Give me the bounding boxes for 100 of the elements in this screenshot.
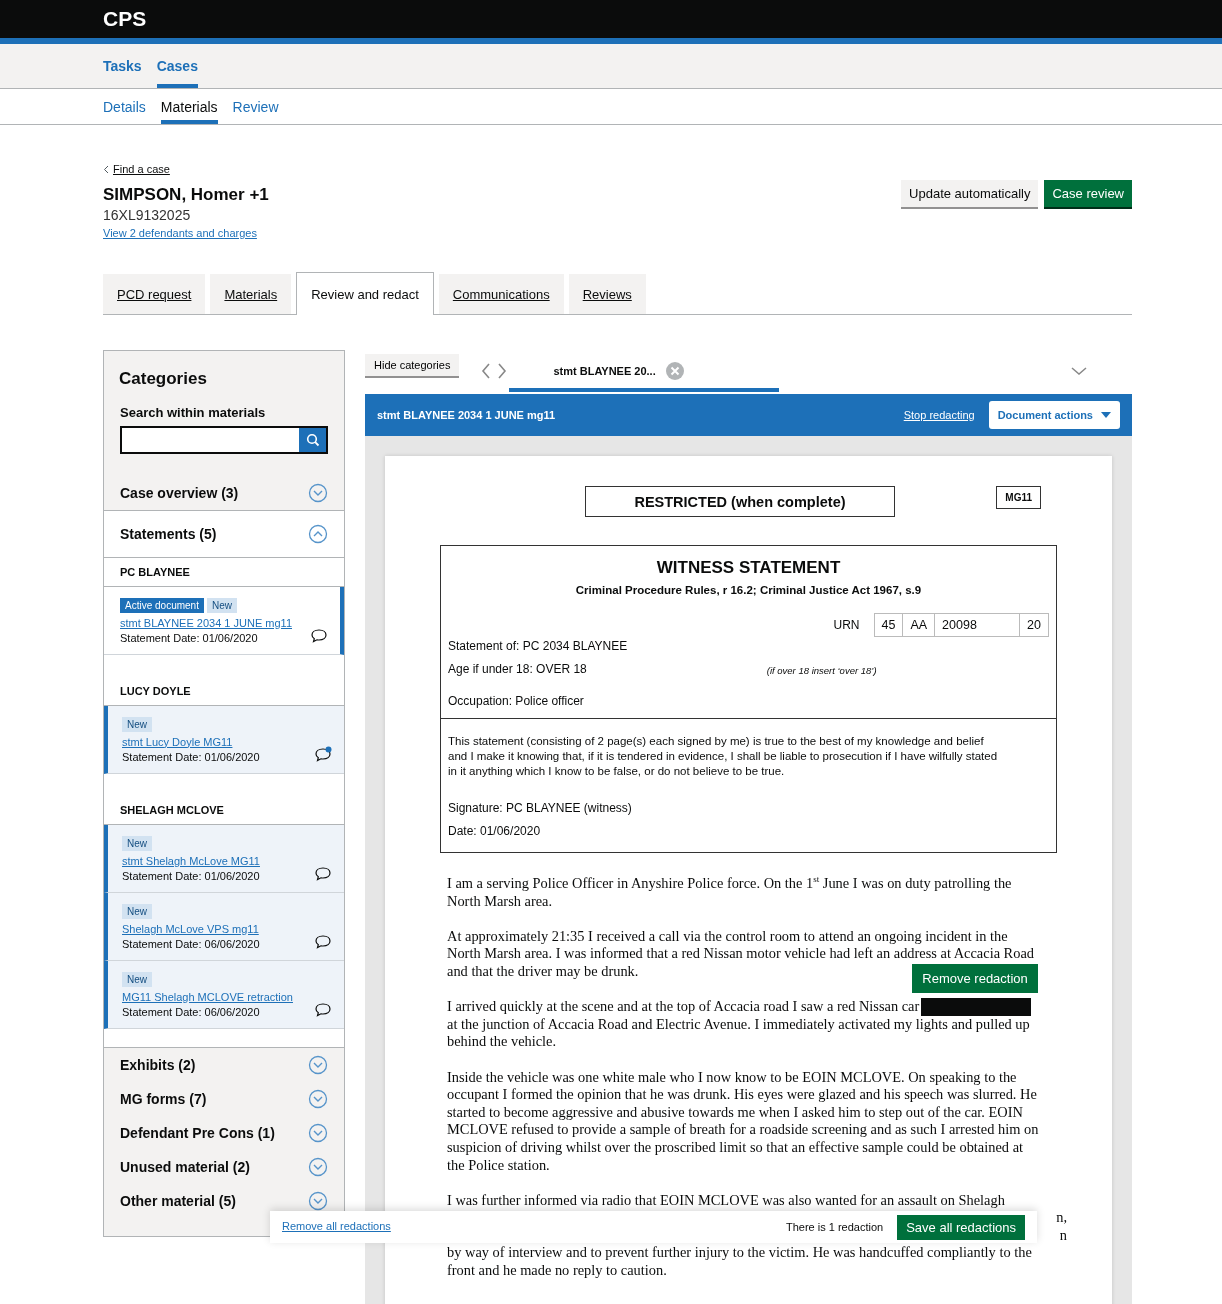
case-title: SIMPSON, Homer +1: [103, 185, 269, 205]
statement-text: MCLOVE refused to provide a sample of breath for a roadside screening and as such I arrested him on: [447, 1121, 1039, 1138]
status-tag: New: [122, 971, 152, 987]
chevron-down-icon[interactable]: [308, 1055, 328, 1075]
chevron-down-icon[interactable]: [308, 483, 328, 503]
tab[interactable]: Reviews: [568, 274, 646, 314]
urn-cell: 20098: [934, 614, 1020, 636]
document-title: stmt BLAYNEE 2034 1 JUNE mg11: [377, 409, 556, 421]
category-heading[interactable]: MG forms (7): [120, 1091, 207, 1107]
nav-link[interactable]: Cases: [156, 44, 198, 88]
chevron-down-icon[interactable]: [308, 1191, 328, 1211]
document-item[interactable]: New Shelagh McLove VPS mg11 Statement Date: 06/06/2020: [104, 893, 344, 961]
search-field[interactable]: [120, 426, 328, 454]
status-tag: New: [122, 835, 152, 851]
back-chevron-icon: [103, 164, 109, 174]
hide-categories-button[interactable]: Hide categories: [365, 354, 460, 376]
subnav-link[interactable]: Details: [103, 89, 146, 124]
statement-text: by way of interview and to prevent further injury to the victim. He was handcuffed compliantly to the: [447, 1244, 1032, 1261]
status-tag: New: [206, 597, 237, 613]
chevron-down-icon[interactable]: [308, 1123, 328, 1143]
category-heading[interactable]: Exhibits (2): [120, 1057, 196, 1073]
statement-text: I was further informed via radio that EOIN MCLOVE was also wanted for an assault on Shelagh: [447, 1191, 1005, 1208]
document-item[interactable]: Active document New stmt BLAYNEE 2034 1 JUNE mg11 Statement Date: 01/06/2020: [104, 587, 344, 655]
search-label: Search within materials: [120, 405, 267, 420]
statement-date: Statement Date: 06/06/2020: [122, 937, 260, 950]
statement-text: and that the driver may be drunk.: [447, 962, 639, 979]
defendants-link[interactable]: View 2 defendants and charges: [103, 227, 257, 239]
status-tag: Active document: [120, 597, 204, 613]
next-icon[interactable]: [497, 362, 508, 380]
category-heading[interactable]: Unused material (2): [120, 1159, 250, 1175]
tab[interactable]: Review and redact: [296, 272, 434, 315]
comment-icon[interactable]: [314, 1000, 332, 1018]
chevron-down-icon[interactable]: [308, 1089, 328, 1109]
tab[interactable]: Materials: [210, 274, 292, 314]
statement-text: n: [1059, 1226, 1067, 1243]
previous-icon[interactable]: [481, 362, 492, 380]
document-link[interactable]: MG11 Shelagh MCLOVE retraction: [122, 990, 293, 1003]
sidebar-title: Categories: [119, 369, 208, 389]
statement-text: at the junction of Accacia Road and Electric Avenue. I immediately activated my lights and pulled up: [447, 1015, 1030, 1032]
restriction-label: RESTRICTED (when complete): [585, 486, 895, 517]
unread-comment-icon[interactable]: [314, 745, 332, 763]
document-item[interactable]: New MG11 Shelagh MCLOVE retraction Statement Date: 06/06/2020: [104, 961, 344, 1029]
status-tag: New: [122, 903, 152, 919]
document-link[interactable]: stmt Shelagh McLove MG11: [122, 854, 260, 867]
statement-text: North Marsh area.: [447, 892, 553, 909]
comment-icon[interactable]: [310, 626, 328, 644]
statement-text: Inside the vehicle was one white male who I now know to be EOIN MCLOVE. On speaking to the: [447, 1068, 1017, 1085]
update-button[interactable]: Update automatically: [901, 180, 1039, 207]
chevron-down-icon[interactable]: [308, 1157, 328, 1177]
search-button[interactable]: [299, 428, 326, 452]
search-icon[interactable]: [305, 433, 320, 447]
statement-text: At approximately 21:35 I received a call via the control room to attend an ongoing incident in the: [447, 927, 1008, 944]
logo[interactable]: CPS: [103, 7, 147, 31]
urn-cell: 20: [1019, 614, 1048, 636]
statement-date: Statement Date: 01/06/2020: [122, 869, 260, 882]
statement-text: started to become aggressive and abusive towards me when I asked him to step out of the car. EOIN: [447, 1103, 1023, 1120]
statement-text: suspicion of driving whilst over the proscribed limit so that an effective sample could be obtained at: [447, 1138, 1024, 1155]
statement-text: North Marsh area. I was informed that a red Nissan motor vehicle had left an address at Accacia Road: [447, 945, 1034, 962]
stop-redacting-link[interactable]: Stop redacting: [903, 409, 975, 421]
category-heading[interactable]: Defendant Pre Cons (1): [120, 1125, 275, 1141]
subnav-link[interactable]: Materials: [160, 89, 218, 124]
case-urn: 16XL9132025: [103, 207, 192, 223]
urn-cell: AA: [902, 614, 935, 636]
close-icon[interactable]: [665, 362, 684, 380]
tab[interactable]: PCD request: [103, 274, 206, 314]
form-field: Age if under 18: OVER 18: [448, 662, 587, 676]
tab[interactable]: Communications: [438, 274, 564, 314]
remove-all-link[interactable]: Remove all redactions: [282, 1219, 391, 1232]
form-subheading: Criminal Procedure Rules, r 16.2; Criminal Justice Act 1967, s.9: [574, 584, 923, 596]
document-actions-button[interactable]: Document actions: [988, 401, 1120, 429]
document-link[interactable]: stmt Lucy Doyle MG11: [122, 735, 233, 748]
statement-text: occupant I formed the opinion that he was drunk. His eyes were glazed and his speech was slurred. He: [447, 1086, 1037, 1103]
save-redactions-button[interactable]: Save all redactions: [897, 1214, 1025, 1240]
category-heading[interactable]: Statements (5): [120, 526, 217, 542]
statement-date: Statement Date: 06/06/2020: [122, 1005, 261, 1018]
remove-redaction-button[interactable]: Remove redaction: [912, 963, 1038, 994]
category-heading[interactable]: Case overview (3): [120, 485, 239, 501]
statement-date: Statement Date: 01/06/2020: [120, 631, 259, 644]
form-heading: WITNESS STATEMENT: [655, 558, 842, 578]
document-link[interactable]: Shelagh McLove VPS mg11: [122, 922, 259, 935]
document-item[interactable]: New stmt Shelagh McLove MG11 Statement Date: 01/06/2020: [104, 825, 344, 893]
comment-icon[interactable]: [314, 932, 332, 950]
subnav-link[interactable]: Review: [232, 89, 279, 124]
document-item[interactable]: New stmt Lucy Doyle MG11 Statement Date: 01/06/2020: [104, 706, 344, 774]
comment-icon[interactable]: [314, 864, 332, 882]
nav-link[interactable]: Tasks: [103, 44, 142, 88]
declaration-text: This statement (consisting of 2 page(s) each signed by me) is true to the best of my knowledge and belief and I make it knowing that, if it is tendered in evidence, I shall be liable to prosecution if I have wilfully stated in it anything which I know to be false, or do not believe to be true.: [448, 734, 999, 779]
category-heading[interactable]: Other material (5): [120, 1193, 236, 1209]
caret-icon[interactable]: [1101, 412, 1111, 418]
statement-text: the Police station.: [447, 1156, 550, 1173]
chevron-down-icon[interactable]: [1071, 366, 1087, 376]
back-link[interactable]: Find a case: [113, 163, 170, 175]
signature-field: Signature: PC BLAYNEE (witness): [448, 801, 1049, 815]
form-field: Statement of: PC 2034 BLAYNEE: [448, 639, 1049, 653]
document-link[interactable]: stmt BLAYNEE 2034 1 JUNE mg11: [120, 616, 292, 629]
status-tag: New: [122, 716, 152, 732]
case-review-button[interactable]: Case review: [1044, 180, 1132, 207]
chevron-up-icon[interactable]: [308, 524, 328, 544]
statement-text: n,: [1056, 1209, 1067, 1226]
statement-text: front and he made no reply to caution.: [447, 1262, 667, 1279]
